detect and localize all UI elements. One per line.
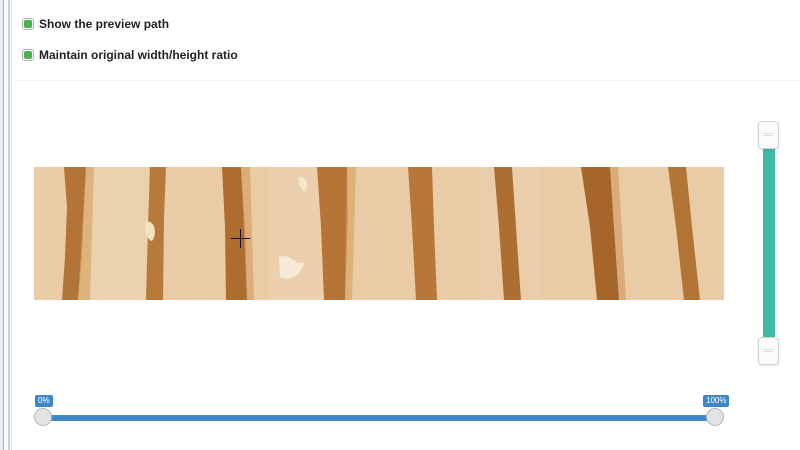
horizontal-range-slider[interactable]: 0% 100% — [33, 394, 733, 434]
vertical-top-handle[interactable] — [758, 121, 779, 149]
maintain-ratio-checkbox[interactable] — [22, 49, 34, 61]
vertical-bottom-handle[interactable] — [758, 337, 779, 365]
maintain-ratio-label[interactable]: Maintain original width/height ratio — [39, 48, 238, 62]
frame-border — [8, 0, 10, 450]
crosshair-vertical — [240, 229, 241, 248]
vertical-range-slider[interactable] — [757, 121, 781, 366]
crosshair-cursor-icon — [231, 229, 250, 248]
grip-icon — [764, 350, 773, 352]
preview-image[interactable] — [34, 167, 724, 300]
frame-border — [11, 0, 12, 450]
range-max-handle[interactable] — [706, 408, 724, 426]
vertical-range-track[interactable] — [763, 149, 775, 339]
grip-icon — [764, 134, 773, 136]
frame-border — [3, 0, 4, 450]
range-min-label: 0% — [35, 395, 53, 407]
app-frame: Show the preview path Maintain original … — [0, 0, 800, 450]
range-min-handle[interactable] — [34, 408, 52, 426]
checkbox-checked-indicator — [24, 51, 32, 59]
section-divider — [14, 80, 800, 81]
show-preview-path-checkbox[interactable] — [22, 18, 34, 30]
wood-grain-image — [34, 167, 724, 300]
maintain-ratio-option[interactable]: Maintain original width/height ratio — [22, 47, 238, 63]
horizontal-range-track[interactable] — [43, 415, 715, 421]
checkbox-checked-indicator — [24, 20, 32, 28]
range-max-label: 100% — [703, 395, 730, 407]
show-preview-path-option[interactable]: Show the preview path — [22, 16, 169, 32]
show-preview-path-label[interactable]: Show the preview path — [39, 17, 169, 31]
